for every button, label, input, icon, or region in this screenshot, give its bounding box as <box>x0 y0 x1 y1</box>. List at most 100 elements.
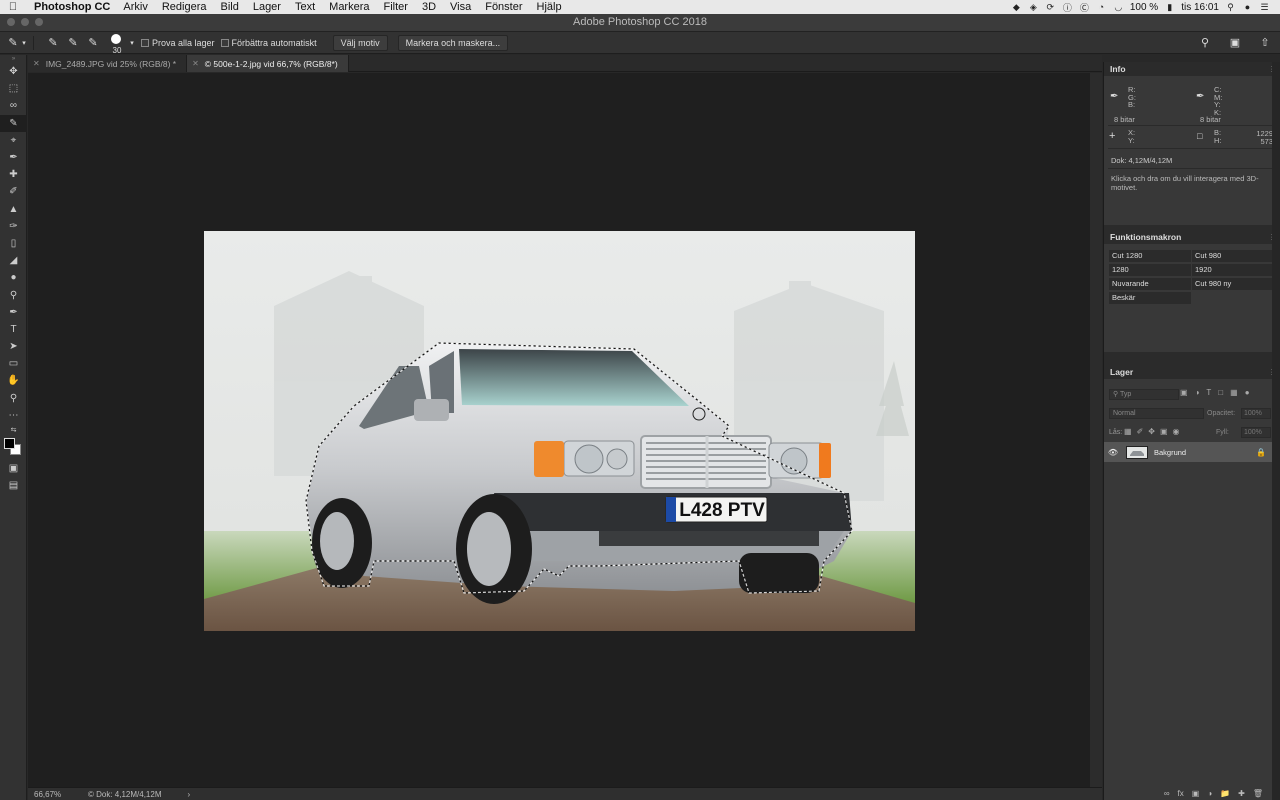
filter-toggle-icon[interactable]: ● <box>1245 388 1250 397</box>
type-tool-icon[interactable]: T <box>0 321 27 338</box>
tab-img-2489[interactable]: ✕ IMG_2489.JPG vid 25% (RGB/8) * <box>28 55 188 72</box>
menu-lager[interactable]: Lager <box>246 0 288 14</box>
zoom-tool-icon[interactable]: ⚲ <box>0 390 27 407</box>
canvas-area[interactable]: L428 PTV <box>28 73 1090 787</box>
creative-cloud-icon[interactable]: ◈ <box>1028 2 1039 12</box>
select-and-mask-button[interactable]: Markera och maskera... <box>397 34 509 51</box>
tab-500e[interactable]: ✕ © 500e-1-2.jpg vid 66,7% (RGB/8*) <box>187 55 349 72</box>
dropbox-icon[interactable]: ◆ <box>1011 2 1022 12</box>
add-mask-icon[interactable]: ▣ <box>1192 789 1200 798</box>
layer-style-icon[interactable]: fx <box>1178 789 1184 798</box>
layer-name[interactable]: Bakgrund <box>1154 448 1186 457</box>
action-button[interactable]: Cut 980 ny <box>1192 278 1274 290</box>
eraser-tool-icon[interactable]: ▯ <box>0 235 27 252</box>
menu-fonster[interactable]: Fönster <box>478 0 529 14</box>
status-menu-icon[interactable]: › <box>187 790 190 799</box>
siri-icon[interactable]: ● <box>1242 2 1253 12</box>
action-button[interactable]: Beskär <box>1109 292 1191 304</box>
checkbox-box[interactable] <box>141 38 149 47</box>
healing-brush-tool-icon[interactable]: ✚ <box>0 166 27 183</box>
quick-mask-icon[interactable]: ▣ <box>0 460 27 477</box>
lock-transparency-icon[interactable]: ▦ <box>1124 427 1132 436</box>
document-image[interactable]: L428 PTV <box>204 231 915 631</box>
vertical-scrollbar[interactable] <box>1090 73 1102 787</box>
spotlight-icon[interactable]: ⚲ <box>1225 2 1236 12</box>
foreground-color-swatch[interactable] <box>4 437 15 449</box>
lock-position-icon[interactable]: ✥ <box>1148 427 1155 436</box>
dock-scrollbar[interactable] <box>1272 62 1280 800</box>
swap-colors-icon[interactable]: ⇆ <box>0 424 27 436</box>
opacity-field[interactable]: 100% <box>1241 408 1271 419</box>
action-button[interactable]: Cut 980 <box>1192 250 1274 262</box>
auto-enhance-checkbox[interactable]: Förbättra automatiskt <box>220 38 317 48</box>
rectangle-tool-icon[interactable]: ▭ <box>0 355 27 372</box>
smart-object-filter-icon[interactable]: ▦ <box>1230 388 1238 397</box>
action-button[interactable]: Nuvarande <box>1109 278 1191 290</box>
search-icon[interactable]: ⚲ <box>1198 36 1212 50</box>
menu-bild[interactable]: Bild <box>213 0 245 14</box>
adjustment-filter-icon[interactable]: ◑ <box>1195 388 1200 397</box>
adjustment-layer-icon[interactable]: ◑ <box>1207 789 1212 798</box>
visibility-eye-icon[interactable]: 👁 <box>1104 448 1122 457</box>
add-to-selection-icon[interactable]: ✎ <box>66 36 80 50</box>
notification-center-icon[interactable]: ☰ <box>1259 2 1270 12</box>
fill-field[interactable]: 100% <box>1241 427 1271 438</box>
workspace-icon[interactable]: ▣ <box>1228 36 1242 50</box>
screen-mode-icon[interactable]: ▤ <box>0 477 27 494</box>
menu-arkiv[interactable]: Arkiv <box>116 0 154 14</box>
dodge-tool-icon[interactable]: ⚲ <box>0 286 27 303</box>
subtract-from-selection-icon[interactable]: ✎ <box>86 36 100 50</box>
battery-icon[interactable]: ▮ <box>1164 2 1175 12</box>
quick-selection-tool-icon[interactable]: ✎ <box>0 114 27 132</box>
menu-filter[interactable]: Filter <box>377 0 415 14</box>
layer-filter-select[interactable]: ⚲ Typ <box>1109 389 1179 400</box>
collapse-toolbar-icon[interactable]: » <box>0 55 27 63</box>
lock-artboard-icon[interactable]: ▣ <box>1160 427 1168 436</box>
zoom-level[interactable]: 66,67% <box>28 790 78 799</box>
marquee-tool-icon[interactable]: ⬚ <box>0 80 27 97</box>
hand-tool-icon[interactable]: ✋ <box>0 372 27 389</box>
select-subject-button[interactable]: Välj motiv <box>332 34 388 51</box>
more-tools-icon[interactable]: ⋯ <box>0 407 27 424</box>
menu-3d[interactable]: 3D <box>415 0 443 14</box>
menu-markera[interactable]: Markera <box>322 0 376 14</box>
brush-size-picker[interactable]: 30 <box>106 33 128 55</box>
layer-row[interactable]: 👁 Bakgrund 🔒 <box>1104 442 1273 462</box>
chevron-down-icon[interactable]: ▾ <box>129 36 135 50</box>
info-status-icon[interactable]: ⓘ <box>1062 2 1073 13</box>
close-icon[interactable]: ✕ <box>33 59 40 68</box>
close-icon[interactable]: ✕ <box>192 59 199 68</box>
move-tool-icon[interactable]: ✥ <box>0 63 27 80</box>
chevron-down-icon[interactable]: ▾ <box>21 36 27 50</box>
color-swatches[interactable] <box>0 436 27 460</box>
action-button[interactable]: 1280 <box>1109 264 1191 276</box>
menu-redigera[interactable]: Redigera <box>155 0 214 14</box>
new-selection-icon[interactable]: ✎ <box>46 36 60 50</box>
menu-visa[interactable]: Visa <box>443 0 478 14</box>
action-button[interactable]: Cut 1280 <box>1109 250 1191 262</box>
wifi-icon[interactable]: ◡ <box>1113 2 1124 12</box>
blend-mode-select[interactable]: Normal <box>1109 408 1204 419</box>
lock-all-icon[interactable]: ◉ <box>1173 427 1180 436</box>
history-brush-tool-icon[interactable]: ✑ <box>0 218 27 235</box>
clock[interactable]: tis 16:01 <box>1181 2 1219 13</box>
lock-pixels-icon[interactable]: ✐ <box>1137 427 1144 436</box>
battery-percent[interactable]: 100 % <box>1130 2 1158 13</box>
gradient-tool-icon[interactable]: ◢ <box>0 252 27 269</box>
link-layers-icon[interactable]: ∞ <box>1164 789 1170 798</box>
delete-layer-icon[interactable]: 🗑 <box>1253 789 1263 798</box>
sample-all-layers-checkbox[interactable]: Prova alla lager <box>141 38 215 48</box>
type-filter-icon[interactable]: T <box>1206 388 1211 397</box>
brush-tool-icon[interactable]: ✐ <box>0 183 27 200</box>
crop-tool-icon[interactable]: ⌖ <box>0 132 27 149</box>
new-layer-icon[interactable]: ✚ <box>1238 789 1245 798</box>
action-button[interactable]: 1920 <box>1192 264 1274 276</box>
clone-stamp-tool-icon[interactable]: ▲ <box>0 201 27 218</box>
app-menu[interactable]: Photoshop CC <box>26 1 116 13</box>
menu-text[interactable]: Text <box>288 0 322 14</box>
checkbox-box[interactable] <box>220 38 229 47</box>
path-selection-tool-icon[interactable]: ➤ <box>0 338 27 355</box>
timer-icon[interactable]: ◔ <box>1096 2 1107 12</box>
new-group-icon[interactable]: 📁 <box>1220 789 1230 798</box>
pen-tool-icon[interactable]: ✒ <box>0 304 27 321</box>
